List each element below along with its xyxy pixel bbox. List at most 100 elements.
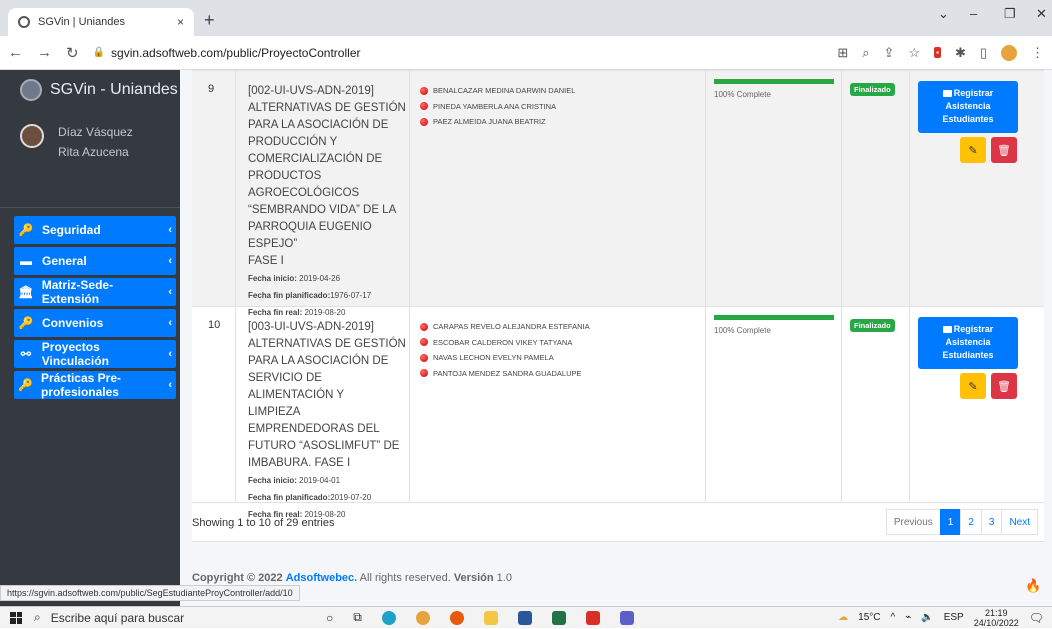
sidebar: SGVin - Uniandes Díaz Vásquez Rita Azuce… [0, 70, 180, 606]
acrobat-icon[interactable] [585, 610, 600, 625]
student-name: PAEZ ALMEIDA JUANA BEATRIZ [433, 117, 546, 126]
back-icon[interactable]: ← [8, 44, 23, 61]
project-title-line: “SEMBRANDO VIDA” DE LA [248, 204, 397, 216]
sitemap-icon: ⚯ [20, 347, 31, 361]
project-title-line: PARA LA ASOCIACIÓN DE [248, 119, 389, 131]
clock-time: 21:19 [984, 607, 1008, 618]
student-item: PAEZ ALMEIDA JUANA BEATRIZ [420, 114, 705, 130]
clock-date: 24/10/2022 [973, 617, 1019, 628]
browser-tab[interactable]: SGVin | Uniandes × [8, 8, 194, 36]
close-window-icon[interactable]: ✕ [1036, 6, 1047, 22]
taskbar-search[interactable]: ⌕ Escribe aquí para buscar [34, 607, 306, 629]
pagination-previous[interactable]: Previous [885, 509, 941, 535]
trash-icon: 🗑 [997, 144, 1011, 157]
status-badge: Finalizado [850, 319, 895, 332]
weather-icon: ☁ [838, 612, 849, 623]
status-cell: Finalizado [842, 71, 910, 306]
sidebar-item-label: General [42, 254, 87, 268]
notifications-icon[interactable]: 🗨 [1029, 611, 1044, 625]
user-name-line2: Rita Azucena [58, 145, 129, 159]
delete-button[interactable]: 🗑 [991, 373, 1017, 399]
volume-icon[interactable]: 🔈 [921, 612, 933, 623]
restore-icon[interactable]: ❐ [1004, 6, 1016, 22]
reload-icon[interactable]: ↻ [66, 44, 79, 62]
student-status-icon [420, 322, 428, 331]
tab-close-icon[interactable]: × [177, 15, 184, 29]
profile-avatar[interactable] [1001, 44, 1017, 61]
row-number: 10 [192, 307, 236, 502]
task-view-icon[interactable]: ⧉ [353, 610, 362, 625]
address-bar[interactable]: 🔒 sgvin.adsoftweb.com/public/ProyectoCon… [93, 46, 361, 60]
edit-button[interactable]: ✎ [960, 137, 986, 163]
table-footer: Showing 1 to 10 of 29 entries Previous 1… [192, 502, 1044, 540]
company-link[interactable]: Adsoftwebec. [286, 572, 358, 584]
student-item: ESCOBAR CALDERON VIKEY TATYANA [420, 335, 705, 351]
brand[interactable]: SGVin - Uniandes [0, 70, 180, 110]
edge-icon[interactable] [381, 610, 396, 625]
new-tab-button[interactable]: + [204, 10, 215, 31]
sidebar-item-general[interactable]: ▬ General ‹ [14, 247, 176, 275]
network-icon[interactable]: ⌁ [905, 612, 911, 623]
extension-icon[interactable]: ▪ [934, 47, 941, 58]
status-cell: Finalizado [842, 307, 910, 502]
project-title-line: SERVICIO DE ALIMENTACIÓN Y [248, 372, 345, 401]
table-row: 10 [003-UI-UVS-ADN-2019] ALTERNATIVAS DE … [192, 306, 1044, 519]
register-attendance-button[interactable]: Registrar Asistencia Estudiantes [918, 81, 1018, 133]
tray-chevron-icon[interactable]: ^ [891, 612, 896, 623]
project-title-line: IMBABURA. FASE I [248, 457, 351, 469]
forward-icon[interactable]: → [37, 44, 52, 61]
tab-title: SGVin | Uniandes [38, 16, 126, 28]
word-icon[interactable] [517, 610, 532, 625]
windows-start-icon[interactable] [10, 611, 22, 624]
sidebar-item-seguridad[interactable]: 🔑 Seguridad ‹ [14, 216, 176, 244]
user-panel[interactable]: Díaz Vásquez Rita Azucena [0, 110, 180, 208]
project-title-line: FUTURO “ASOSLIMFUT” DE [248, 440, 400, 452]
search-icon: ⌕ [34, 610, 41, 624]
student-item: BENALCAZAR MEDINA DARWIN DANIEL [420, 83, 705, 99]
teams-icon[interactable] [619, 610, 634, 625]
excel-icon[interactable] [551, 610, 566, 625]
pagination-page-1[interactable]: 1 [939, 509, 962, 535]
sidepanel-icon[interactable]: ▯ [980, 45, 987, 61]
sidebar-item-practicas[interactable]: 🔑 Prácticas Pre-profesionales ‹ [14, 371, 176, 399]
key-icon: 🔑 [18, 223, 34, 237]
register-attendance-button[interactable]: Registrar Asistencia Estudiantes [918, 317, 1018, 369]
weather-temp[interactable]: 15°C [858, 612, 880, 623]
cortana-icon[interactable]: ○ [326, 611, 333, 625]
minimize-icon[interactable]: – [970, 6, 977, 21]
student-name: PANTOJA MENDEZ SANDRA GUADALUPE [433, 368, 582, 378]
sidebar-item-matriz[interactable]: 🏛 Matriz-Sede-Extensión ‹ [14, 278, 176, 306]
pagination-page-2[interactable]: 2 [960, 509, 982, 535]
delete-button[interactable]: 🗑 [991, 137, 1017, 163]
translate-icon[interactable]: ⊞ [837, 45, 848, 61]
zoom-icon[interactable]: ⌕ [862, 45, 869, 61]
sidebar-item-convenios[interactable]: 🔑 Convenios ‹ [14, 309, 176, 337]
project-title-line: ALTERNATIVAS DE GESTIÓN [248, 102, 406, 114]
kebab-menu-icon[interactable]: ⋮ [1031, 45, 1044, 61]
sidebar-item-label: Proyectos Vinculación [41, 340, 109, 368]
pencil-icon: ✎ [968, 144, 978, 157]
student-status-icon [420, 338, 428, 347]
file-explorer-icon[interactable] [483, 610, 498, 625]
pagination-next[interactable]: Next [1001, 509, 1038, 535]
star-icon[interactable]: ☆ [908, 45, 920, 61]
edit-button[interactable]: ✎ [960, 373, 986, 399]
students-cell: CARAPAS REVELO ALEJANDRA ESTEFANIA ESCOBA… [410, 307, 706, 502]
student-status-icon [420, 86, 428, 95]
user-name-line1: Díaz Vásquez [58, 125, 133, 139]
pagination-page-3[interactable]: 3 [980, 509, 1003, 535]
language-indicator[interactable]: ESP [944, 612, 964, 623]
share-icon[interactable]: ⇪ [884, 45, 895, 61]
fire-icon[interactable]: 🔥 [1025, 578, 1041, 594]
firefox-icon[interactable] [449, 610, 464, 625]
puzzle-icon[interactable]: ✱ [955, 45, 966, 61]
student-name: BENALCAZAR MEDINA DARWIN DANIEL [433, 86, 576, 95]
chevron-down-icon[interactable]: ⌄ [938, 6, 949, 22]
progress-bar [714, 315, 834, 320]
student-name: ESCOBAR CALDERON VIKEY TATYANA [433, 337, 573, 347]
status-url: https://sgvin.adsoftweb.com/public/SegEs… [0, 585, 300, 601]
sidebar-item-proyectos[interactable]: ⚯ Proyectos Vinculación ‹ [14, 340, 176, 368]
clock[interactable]: 21:19 24/10/2022 [974, 608, 1019, 628]
chevron-left-icon: ‹ [168, 224, 172, 236]
chrome-icon[interactable] [415, 610, 430, 625]
